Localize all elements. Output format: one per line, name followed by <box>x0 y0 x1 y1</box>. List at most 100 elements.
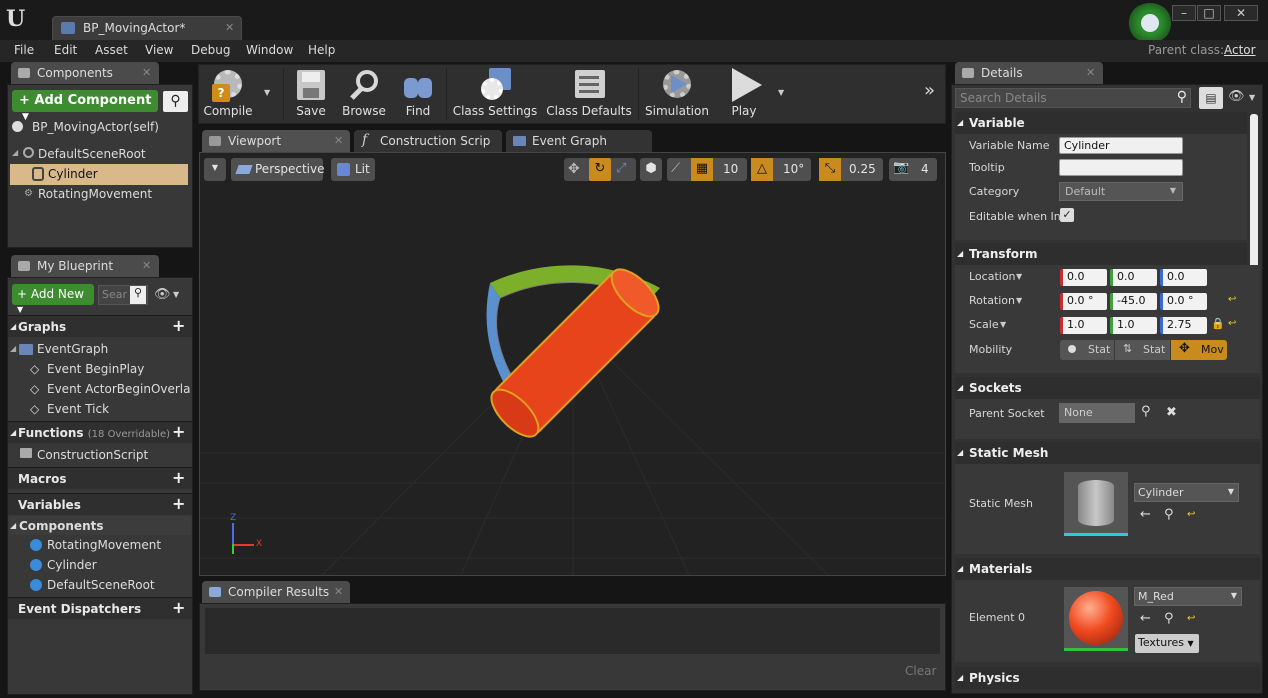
editable-checkbox[interactable]: ✓ <box>1060 208 1074 222</box>
close-my-blueprint-icon[interactable]: ✕ <box>142 259 151 272</box>
construction-script-item[interactable]: ConstructionScript <box>37 448 148 462</box>
compile-button[interactable]: ? Compile <box>202 66 254 122</box>
close-viewport-icon[interactable]: ✕ <box>334 134 343 147</box>
class-settings-button[interactable]: Class Settings <box>452 66 538 122</box>
mobility-movable[interactable]: ✥ Mov <box>1171 340 1227 360</box>
play-button[interactable]: Play <box>718 66 770 122</box>
location-label[interactable]: Location <box>969 270 1016 283</box>
play-options-icon[interactable]: ▼ <box>778 88 784 97</box>
rotate-icon[interactable]: ↻ <box>589 158 611 181</box>
minimize-icon[interactable]: – <box>1172 5 1196 21</box>
camera-speed-group[interactable]: 📷 4 <box>889 158 937 181</box>
perspective-button[interactable]: Perspective <box>231 158 325 181</box>
variables-section[interactable]: Variables <box>8 493 192 515</box>
menu-window[interactable]: Window <box>246 43 293 57</box>
property-matrix-icon[interactable]: ▤ <box>1199 87 1223 109</box>
component-default-scene-root[interactable]: DefaultSceneRoot <box>38 147 146 161</box>
browse-button[interactable]: Browse <box>340 66 388 122</box>
location-z[interactable]: 0.0 <box>1160 269 1207 286</box>
translate-icon[interactable]: ✥ <box>568 161 580 177</box>
visibility-icon[interactable]: 👁 <box>1228 89 1245 104</box>
maximize-icon[interactable]: □ <box>1197 5 1221 21</box>
close-compiler-icon[interactable]: ✕ <box>334 585 343 598</box>
graphs-section[interactable]: ◢ Graphs <box>8 315 192 337</box>
expand-arrow-icon[interactable]: ◢ <box>10 344 16 353</box>
scale-y[interactable]: 1.0 <box>1110 317 1157 334</box>
material-thumbnail[interactable] <box>1064 587 1128 651</box>
static-mesh-section[interactable]: ◢ Static Mesh <box>955 442 1260 464</box>
scale-label[interactable]: Scale <box>969 318 999 331</box>
tab-construction-script[interactable]: f Construction Scrip <box>354 130 502 152</box>
transform-section[interactable]: ◢ Transform <box>955 243 1247 265</box>
event-dispatchers-section[interactable]: Event Dispatchers <box>8 597 192 619</box>
add-dispatcher-icon[interactable]: + <box>172 598 185 617</box>
parent-class-link[interactable]: Actor <box>1224 43 1256 57</box>
sockets-section[interactable]: ◢ Sockets <box>955 377 1260 399</box>
browse-mesh-icon[interactable]: ⚲ <box>1164 507 1174 522</box>
my-blueprint-tab[interactable]: My Blueprint ✕ <box>11 255 159 277</box>
chevron-down-icon[interactable]: ▼ <box>1249 93 1255 102</box>
add-function-icon[interactable]: + <box>172 422 185 441</box>
browse-material-icon[interactable]: ⚲ <box>1164 611 1174 626</box>
blueprint-search-input[interactable]: Sear ⚲ <box>98 285 148 305</box>
unreal-logo-icon[interactable]: U <box>6 6 30 32</box>
rotation-y[interactable]: -45.0 <box>1110 293 1157 310</box>
lock-icon[interactable]: 🔒 <box>1211 317 1225 330</box>
clear-button[interactable]: Clear <box>905 664 936 678</box>
chevron-down-icon[interactable]: ▼ <box>1016 296 1022 305</box>
chevron-down-icon[interactable]: ▼ <box>173 290 179 299</box>
rotation-snap-group[interactable]: △ 10° <box>751 158 811 181</box>
mobility-stationary[interactable]: ⇅ Stat <box>1115 340 1170 360</box>
close-window-icon[interactable]: ✕ <box>1224 5 1258 21</box>
menu-debug[interactable]: Debug <box>191 43 230 57</box>
category-dropdown[interactable]: Default ▼ <box>1059 182 1183 201</box>
event-graph-item[interactable]: EventGraph <box>37 342 108 356</box>
mobility-static[interactable]: Stat <box>1060 340 1114 360</box>
parent-socket-input[interactable]: None <box>1059 403 1135 423</box>
component-self[interactable]: BP_MovingActor(self) <box>32 120 159 134</box>
add-component-button[interactable]: + Add Component ▼ <box>12 90 158 122</box>
component-search-button[interactable]: ⚲ <box>163 91 188 112</box>
functions-section[interactable]: ◢ Functions (18 Overridable) <box>8 421 192 443</box>
compile-options-icon[interactable]: ▼ <box>264 88 270 97</box>
menu-asset[interactable]: Asset <box>95 43 128 57</box>
add-new-button[interactable]: + Add New ▼ <box>12 284 94 314</box>
save-button[interactable]: Save <box>290 66 332 122</box>
world-local-icon[interactable]: ⬢ <box>640 158 662 181</box>
simulation-button[interactable]: Simulation <box>644 66 710 122</box>
chevron-down-icon[interactable]: ▼ <box>1016 272 1022 281</box>
variable-name-input[interactable]: Cylinder <box>1059 137 1183 154</box>
menu-help[interactable]: Help <box>308 43 335 57</box>
static-mesh-dropdown[interactable]: Cylinder ▼ <box>1134 483 1239 502</box>
components-category[interactable]: ◢ Components <box>9 516 191 535</box>
location-x[interactable]: 0.0 <box>1060 269 1107 286</box>
menu-file[interactable]: File <box>14 43 34 57</box>
viewport[interactable]: Z X <box>199 152 946 576</box>
toolbar-overflow-icon[interactable]: » <box>924 80 935 101</box>
static-mesh-thumbnail[interactable] <box>1064 472 1128 536</box>
location-y[interactable]: 0.0 <box>1110 269 1157 286</box>
browse-socket-icon[interactable]: ⚲ <box>1141 404 1151 419</box>
variable-default-scene-root[interactable]: DefaultSceneRoot <box>47 578 155 592</box>
macros-section[interactable]: Macros <box>8 467 192 489</box>
rotation-x[interactable]: 0.0 ° <box>1060 293 1107 310</box>
add-macro-icon[interactable]: + <box>172 468 185 487</box>
scale-icon[interactable]: ⤢ <box>616 161 626 176</box>
event-tick-item[interactable]: Event Tick <box>47 402 109 416</box>
physics-section[interactable]: ◢ Physics <box>955 667 1260 689</box>
eye-icon[interactable]: 👁 <box>154 287 171 302</box>
scale-x[interactable]: 1.0 <box>1060 317 1107 334</box>
use-selected-icon[interactable]: ← <box>1140 507 1151 522</box>
document-tab[interactable]: BP_MovingActor* ✕ <box>52 16 242 40</box>
lit-button[interactable]: Lit <box>331 158 375 181</box>
scale-z[interactable]: 2.75 <box>1160 317 1207 334</box>
material-dropdown[interactable]: M_Red ▼ <box>1134 587 1242 606</box>
component-rotating-movement[interactable]: RotatingMovement <box>38 187 152 201</box>
component-cylinder[interactable]: Cylinder <box>48 167 98 181</box>
reset-scale-icon[interactable]: ↩ <box>1228 318 1236 329</box>
scale-snap-group[interactable]: ⤡ 0.25 <box>819 158 883 181</box>
menu-edit[interactable]: Edit <box>54 43 77 57</box>
reset-rotation-icon[interactable]: ↩ <box>1228 294 1236 305</box>
tooltip-input[interactable] <box>1059 159 1183 176</box>
close-components-icon[interactable]: ✕ <box>142 66 151 79</box>
